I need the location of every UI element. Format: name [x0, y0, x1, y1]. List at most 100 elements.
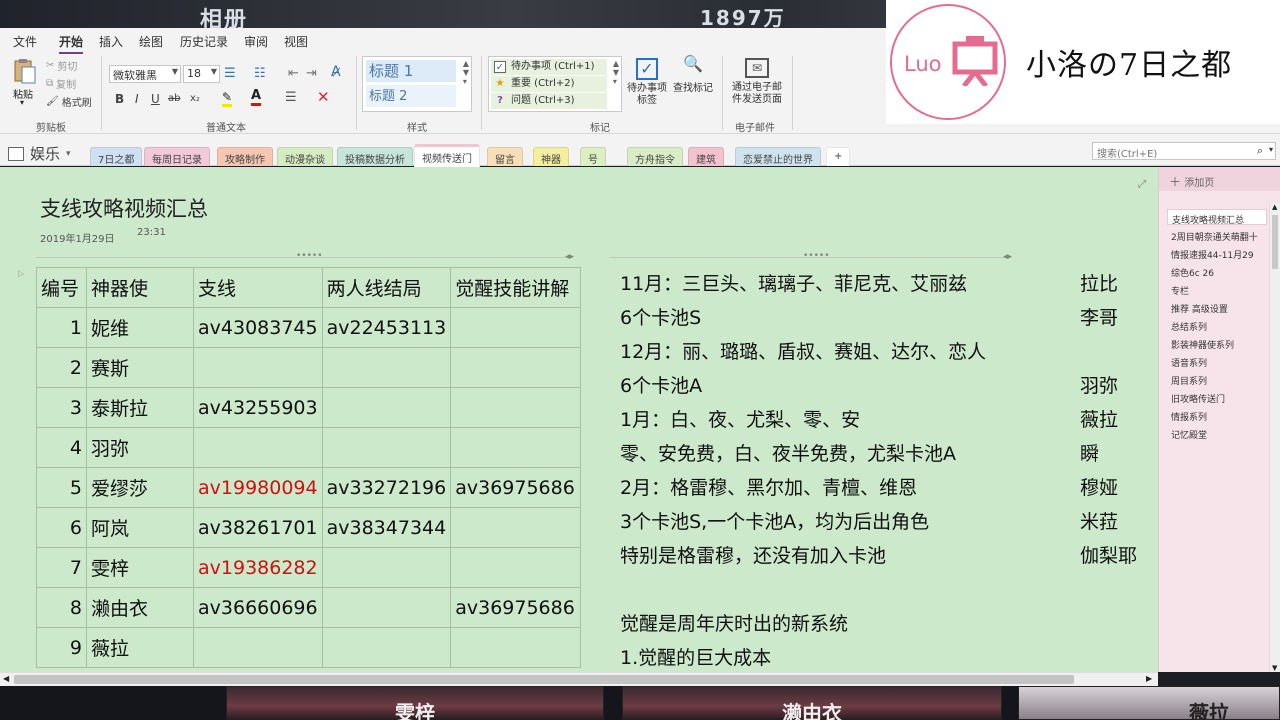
character-name-note[interactable]: 穆娅: [1080, 471, 1118, 505]
table-cell[interactable]: 9: [36, 627, 87, 668]
table-cell[interactable]: 3: [36, 387, 87, 428]
character-name-note[interactable]: 米菈: [1080, 505, 1118, 539]
strikethrough-button[interactable]: ab: [168, 93, 180, 104]
table-cell[interactable]: [321, 387, 452, 428]
tab-section[interactable]: 动漫杂谈: [277, 147, 333, 166]
cut-button[interactable]: ✂ 剪切: [46, 58, 77, 73]
highlight-icon[interactable]: ✎: [222, 90, 233, 107]
table-cell[interactable]: 4: [36, 427, 87, 468]
table-cell[interactable]: av36975686: [450, 587, 582, 628]
tab-section[interactable]: 建筑: [688, 147, 724, 166]
resize-handle[interactable]: ◂▸: [1003, 252, 1012, 262]
page-item[interactable]: 记忆殿堂: [1167, 425, 1267, 441]
copy-button[interactable]: ⧉ 复制: [46, 76, 76, 91]
table-cell[interactable]: 8: [36, 587, 87, 628]
page-item[interactable]: 情报速报44-11月29: [1167, 245, 1267, 261]
table-cell[interactable]: [450, 547, 582, 588]
page-list-scrollbar[interactable]: ▲ ▼: [1269, 203, 1280, 672]
table-cell[interactable]: 濑由衣: [86, 587, 194, 628]
chevron-up-icon[interactable]: ▲: [1272, 203, 1277, 211]
page-item[interactable]: 旧攻略传送门: [1167, 389, 1267, 405]
table-cell[interactable]: [450, 347, 582, 388]
table-cell[interactable]: 6: [36, 507, 87, 548]
menu-insert[interactable]: 插入: [99, 33, 123, 50]
page-item[interactable]: 推荐 高级设置: [1167, 299, 1267, 315]
note-line[interactable]: 6个卡池S: [620, 301, 701, 335]
table-cell[interactable]: [450, 507, 582, 548]
add-page-button[interactable]: ＋ 添加页: [1159, 167, 1280, 191]
search-input[interactable]: 搜索(Ctrl+E) ⌕ ▾: [1092, 142, 1276, 160]
tab-section[interactable]: 恋爱禁止的世界: [735, 147, 821, 166]
chevron-down-icon[interactable]: ▲ ▼ ▾: [613, 59, 619, 86]
note-line[interactable]: 觉醒是周年庆时出的新系统: [620, 607, 848, 641]
table-cell[interactable]: [321, 587, 452, 628]
table-header-cell[interactable]: 神器使: [86, 267, 194, 308]
table-cell[interactable]: 爱缪莎: [86, 467, 194, 508]
bullet-list-icon[interactable]: ☰: [224, 66, 236, 81]
character-name-note[interactable]: 瞬: [1080, 437, 1099, 471]
table-cell[interactable]: av22453113: [321, 307, 452, 348]
font-size-select[interactable]: 18 ▼: [183, 65, 220, 83]
find-tags-button[interactable]: 🔍 查找标记: [671, 56, 715, 95]
character-name-note[interactable]: 薇拉: [1080, 403, 1118, 437]
table-cell[interactable]: 泰斯拉: [86, 387, 194, 428]
tab-section[interactable]: 神器: [533, 147, 569, 166]
add-section-button[interactable]: +: [826, 147, 851, 166]
tag-todo[interactable]: ✓ 待办事项 (Ctrl+1): [491, 59, 607, 75]
italic-button[interactable]: I: [135, 92, 139, 106]
page-item[interactable]: 情报系列: [1167, 407, 1267, 423]
page-item-active[interactable]: 支线攻略视频汇总: [1167, 209, 1267, 225]
table-cell[interactable]: av43255903: [193, 387, 323, 428]
table-cell[interactable]: [321, 627, 452, 668]
table-cell[interactable]: [321, 547, 452, 588]
page-item[interactable]: 综色6c 26: [1167, 263, 1267, 279]
note-line[interactable]: 零、安免费，白、夜半免费，尤梨卡池A: [620, 437, 956, 471]
paste-button[interactable]: 粘贴 ▾: [10, 58, 40, 108]
table-cell[interactable]: [450, 427, 582, 468]
tag-question[interactable]: ? 问题 (Ctrl+3): [491, 93, 607, 109]
table-cell[interactable]: av38347344: [321, 507, 452, 548]
note-line[interactable]: 1.觉醒的巨大成本: [620, 641, 771, 672]
character-name-note[interactable]: 李哥: [1080, 301, 1118, 335]
table-cell[interactable]: [321, 427, 452, 468]
tab-section[interactable]: 每周日记录: [144, 147, 210, 166]
page-canvas[interactable]: ⤢ 支线攻略视频汇总 2019年1月29日 23:31 ••••• ◂▸ •••…: [0, 167, 1158, 672]
notebook-selector[interactable]: 娱乐 ▾: [8, 143, 71, 164]
tab-section[interactable]: 攻略制作: [217, 147, 273, 166]
tab-section[interactable]: 投稿数据分析: [337, 147, 413, 166]
table-cell[interactable]: 7: [36, 547, 87, 588]
menu-home[interactable]: 开始: [59, 33, 84, 54]
page-item[interactable]: 专栏: [1167, 281, 1267, 297]
menu-file[interactable]: 文件: [13, 33, 37, 50]
outdent-icon[interactable]: ⇤: [288, 66, 299, 81]
table-cell[interactable]: av38261701: [193, 507, 323, 548]
expand-icon[interactable]: ⤢: [1138, 179, 1146, 190]
menu-review[interactable]: 审阅: [244, 33, 268, 50]
page-item[interactable]: 语音系列: [1167, 353, 1267, 369]
tags-gallery[interactable]: ✓ 待办事项 (Ctrl+1) ★ 重要 (Ctrl+2) ? 问题 (Ctrl…: [488, 56, 622, 112]
table-cell[interactable]: [450, 627, 582, 668]
tab-section-active[interactable]: 视频传送门: [414, 144, 480, 167]
table-cell[interactable]: 赛斯: [86, 347, 194, 388]
note-line[interactable]: 12月：丽、璐璐、盾叔、赛姐、达尔、恋人: [620, 335, 986, 369]
close-icon[interactable]: ✕: [317, 88, 330, 106]
table-cell[interactable]: [450, 307, 582, 348]
font-color-icon[interactable]: A: [251, 88, 262, 106]
page-item[interactable]: 影装神器使系列: [1167, 335, 1267, 351]
table-cell[interactable]: 羽弥: [86, 427, 194, 468]
page-item[interactable]: 总结系列: [1167, 317, 1267, 333]
table-header-cell[interactable]: 支线: [193, 267, 323, 308]
menu-view[interactable]: 视图: [284, 33, 308, 50]
drag-handle[interactable]: •••••: [803, 251, 830, 261]
chevron-left-icon[interactable]: ◀: [3, 674, 9, 683]
chevron-down-icon[interactable]: ▼: [1272, 664, 1277, 672]
character-name-note[interactable]: 拉比: [1080, 267, 1118, 301]
numbered-list-icon[interactable]: ☷: [254, 66, 266, 81]
style-heading-1[interactable]: 标题 1: [366, 60, 456, 82]
tag-important[interactable]: ★ 重要 (Ctrl+2): [491, 76, 607, 92]
table-header-cell[interactable]: 编号: [36, 267, 87, 308]
tab-section[interactable]: 7日之都: [90, 147, 143, 166]
chevron-right-icon[interactable]: ▶: [1146, 674, 1152, 683]
table-cell[interactable]: [193, 347, 323, 388]
character-name-note[interactable]: 伽梨耶: [1080, 539, 1137, 573]
